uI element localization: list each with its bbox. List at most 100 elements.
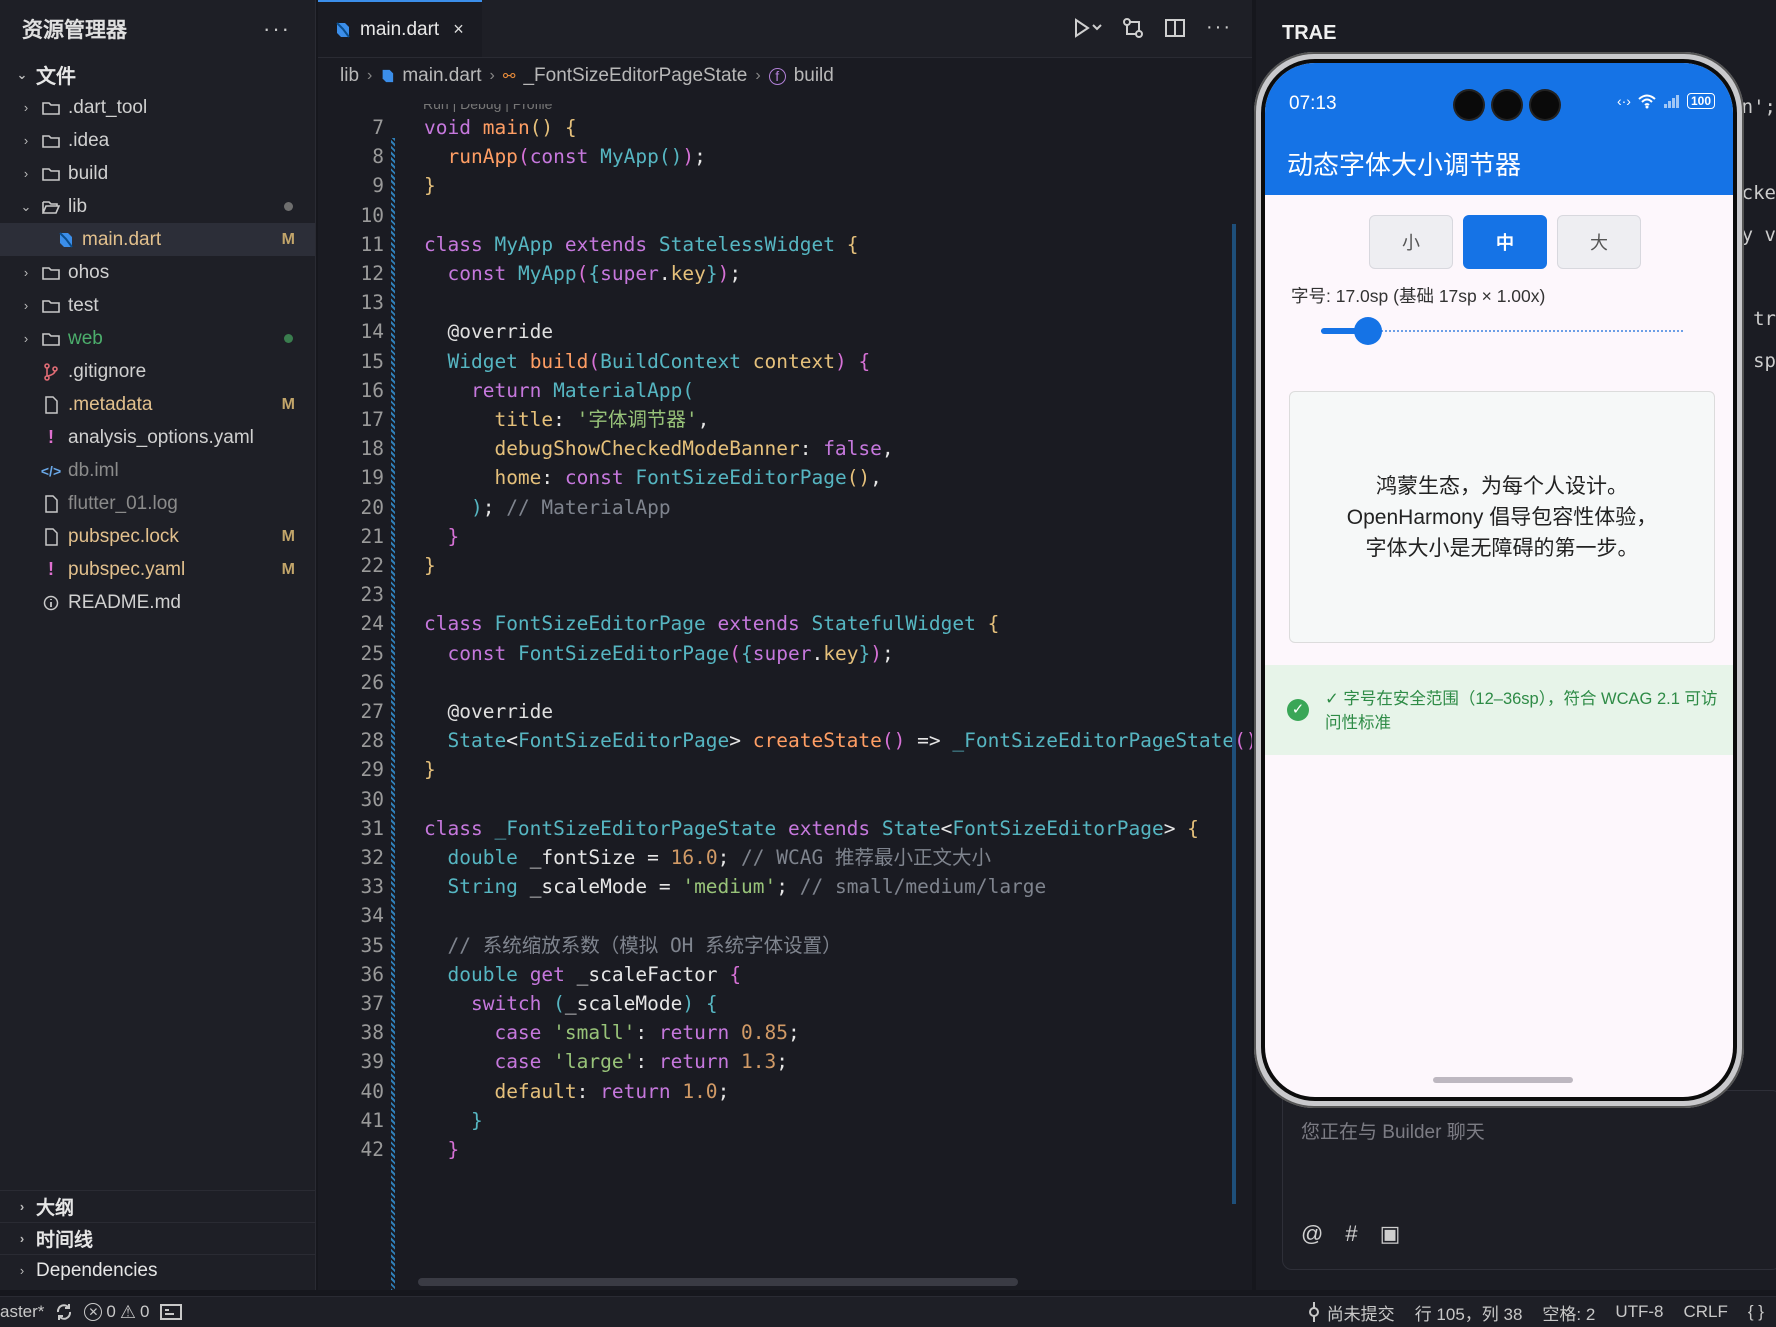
code-line[interactable]: 30	[318, 783, 1238, 816]
line-code: ); // MaterialApp	[470, 495, 671, 519]
line-ending[interactable]: CRLF	[1684, 1302, 1728, 1322]
code-line[interactable]: 25 const FontSizeEditorPage({super.key})…	[318, 637, 1238, 670]
scrollbar-vertical[interactable]	[1232, 224, 1236, 1204]
tree-item[interactable]: › .idea	[0, 124, 315, 157]
scrollbar-horizontal[interactable]	[418, 1278, 1018, 1286]
code-line[interactable]: 27 @override	[318, 695, 1238, 728]
code-line[interactable]: 35 // 系统缩放系数（模拟 OH 系统字体设置）	[318, 929, 1238, 962]
code-line[interactable]: 34	[318, 899, 1238, 932]
timeline-section[interactable]: › 时间线	[0, 1222, 316, 1254]
code-line[interactable]: 42 }	[318, 1133, 1238, 1166]
tree-item[interactable]: </> db.iml	[0, 454, 315, 487]
encoding[interactable]: UTF-8	[1615, 1302, 1663, 1322]
dependencies-section[interactable]: › Dependencies	[0, 1254, 316, 1286]
code-line[interactable]: 9}	[318, 169, 1238, 202]
code-line[interactable]: 24 class FontSizeEditorPage extends State…	[318, 607, 1238, 640]
tree-item[interactable]: ! pubspec.yaml M	[0, 553, 315, 586]
code-line[interactable]: 28 State<FontSizeEditorPage> createState…	[318, 724, 1252, 757]
outline-section[interactable]: › 大纲	[0, 1190, 316, 1222]
status-bar-right: 尚未提交 行 105，列 38 空格: 2 UTF-8 CRLF { }	[1307, 1300, 1764, 1325]
problems-indicator[interactable]: ✕ 0 ⚠ 0	[84, 1302, 150, 1323]
tree-item[interactable]: › test	[0, 289, 315, 322]
code-line[interactable]: 36 double get _scaleFactor {	[318, 958, 1238, 991]
tree-item[interactable]: README.md	[0, 586, 315, 619]
files-section-header[interactable]: ⌄ 文件	[0, 58, 315, 91]
terminal-icon[interactable]	[159, 1303, 182, 1321]
tree-item[interactable]: pubspec.lock M	[0, 520, 315, 553]
breadcrumb-item-method[interactable]: build	[794, 65, 834, 87]
code-line[interactable]: 23	[318, 578, 1238, 611]
breadcrumb-item-lib[interactable]: lib	[340, 65, 359, 87]
more-icon[interactable]: ···	[263, 16, 291, 42]
code-line[interactable]: 16 return MaterialApp(	[318, 374, 1238, 407]
code-line[interactable]: 33 String _scaleMode = 'medium'; // smal…	[318, 870, 1238, 903]
tree-item[interactable]: .gitignore	[0, 355, 315, 388]
sync-icon[interactable]	[54, 1302, 74, 1322]
tree-item[interactable]: ! analysis_options.yaml	[0, 421, 315, 454]
image-icon[interactable]: ▣	[1380, 1221, 1401, 1247]
tree-item[interactable]: › web	[0, 322, 315, 355]
tree-item[interactable]: flutter_01.log	[0, 487, 315, 520]
chat-input[interactable]: 您正在与 Builder 聊天 @ # ▣	[1282, 1090, 1776, 1270]
code-line[interactable]: 31 class _FontSizeEditorPageState extends…	[318, 812, 1238, 845]
chevron-right-icon: ›	[23, 265, 29, 280]
code-line[interactable]: 21 }	[318, 520, 1238, 553]
slider-thumb[interactable]	[1354, 317, 1383, 345]
signal-icon	[1663, 95, 1679, 108]
code-line[interactable]: 19 home: const FontSizeEditorPage(),	[318, 461, 1238, 494]
chat-placeholder: 您正在与 Builder 聊天	[1301, 1122, 1485, 1143]
tree-item[interactable]: › build	[0, 157, 315, 190]
run-debug-icon[interactable]	[1072, 17, 1102, 39]
tree-item[interactable]: ⌄ lib	[0, 190, 315, 223]
line-code: class _FontSizeEditorPageState extends S…	[424, 816, 1199, 840]
language-mode[interactable]: { }	[1748, 1302, 1764, 1322]
segment-small[interactable]: 小	[1369, 215, 1453, 269]
code-line[interactable]: 26	[318, 666, 1238, 699]
segment-large[interactable]: 大	[1557, 215, 1641, 269]
code-line[interactable]: 8 runApp(const MyApp());	[318, 140, 1238, 173]
code-line[interactable]: 15 Widget build(BuildContext context) {	[318, 345, 1238, 378]
tree-item[interactable]: › .dart_tool	[0, 91, 315, 124]
font-size-slider[interactable]	[1321, 317, 1683, 345]
compare-changes-icon[interactable]	[1122, 17, 1144, 39]
tree-item-label: README.md	[68, 591, 181, 613]
code-line[interactable]: 40 default: return 1.0;	[318, 1075, 1238, 1108]
split-editor-icon[interactable]	[1164, 17, 1186, 39]
hashtag-icon[interactable]: #	[1345, 1221, 1357, 1247]
code-line[interactable]: 29}	[318, 753, 1238, 786]
commit-status[interactable]: 尚未提交	[1307, 1300, 1395, 1325]
code-line[interactable]: 10	[318, 199, 1238, 232]
code-line[interactable]: 20 ); // MaterialApp	[318, 491, 1238, 524]
code-line[interactable]: 39 case 'large': return 1.3;	[318, 1045, 1238, 1078]
breadcrumb-item-class[interactable]: _FontSizeEditorPageState	[523, 65, 747, 87]
code-line[interactable]: 37 switch (_scaleMode) {	[318, 987, 1238, 1020]
code-line[interactable]: 7 void main() {	[318, 111, 1238, 144]
code-line[interactable]: 17 title: '字体调节器',	[318, 403, 1238, 436]
tab-main-dart[interactable]: main.dart ×	[318, 0, 482, 57]
home-indicator[interactable]	[1433, 1077, 1573, 1083]
code-line[interactable]: 14 @override	[318, 315, 1238, 348]
cursor-position[interactable]: 行 105，列 38	[1415, 1300, 1523, 1325]
branch-name[interactable]: aster*	[0, 1302, 44, 1322]
info-icon	[40, 595, 62, 611]
tree-item[interactable]: .metadata M	[0, 388, 315, 421]
status-time: 07:13	[1289, 93, 1337, 114]
more-actions-icon[interactable]: ···	[1206, 16, 1232, 39]
close-icon[interactable]: ×	[453, 19, 464, 40]
code-line[interactable]: 12 const MyApp({super.key});	[318, 257, 1238, 290]
code-line[interactable]: 13	[318, 286, 1238, 319]
code-line[interactable]: 38 case 'small': return 0.85;	[318, 1016, 1238, 1049]
code-line[interactable]: 32 double _fontSize = 16.0; // WCAG 推荐最小…	[318, 841, 1238, 874]
tree-item[interactable]: main.dart M	[0, 223, 315, 256]
breadcrumb-item-file[interactable]: main.dart	[402, 65, 481, 87]
tree-item[interactable]: › ohos	[0, 256, 315, 289]
indent-setting[interactable]: 空格: 2	[1542, 1300, 1595, 1325]
code-line[interactable]: 41 }	[318, 1104, 1238, 1137]
mention-icon[interactable]: @	[1301, 1221, 1323, 1247]
code-line[interactable]: 22}	[318, 549, 1238, 582]
code-line[interactable]: 11 class MyApp extends StatelessWidget {	[318, 228, 1238, 261]
code-line[interactable]: 18 debugShowCheckedModeBanner: false,	[318, 432, 1238, 465]
segment-medium[interactable]: 中	[1463, 215, 1547, 269]
tree-item-label: test	[68, 294, 99, 316]
code-area[interactable]: Run | Debug | Profile 7 void main() {8 ru…	[318, 104, 1252, 1290]
